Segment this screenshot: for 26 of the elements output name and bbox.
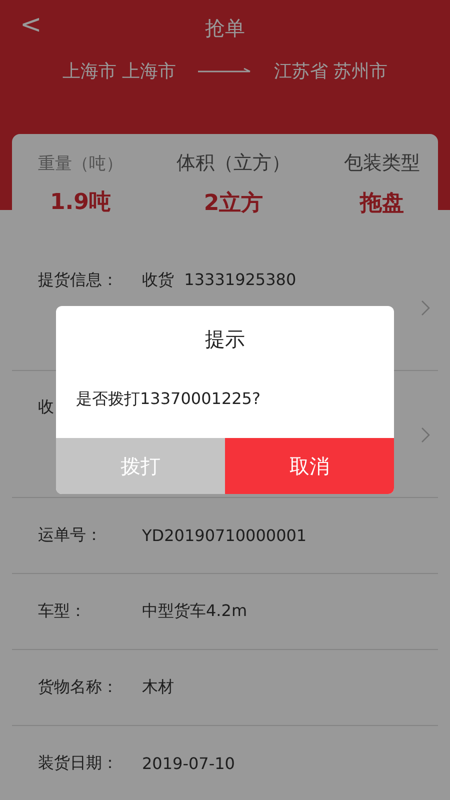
chevron-icon[interactable] — [421, 300, 430, 316]
row-label: 运单号： — [38, 525, 102, 544]
stat-value: 2立方 — [204, 190, 264, 218]
row-label: 装货日期： — [38, 753, 118, 772]
page-title: 抢单 — [205, 14, 245, 42]
row-label: 货物名称： — [38, 677, 118, 696]
row-value: 木材 — [142, 677, 174, 698]
stat-label: 重量（吨） — [38, 153, 123, 175]
stat-value: 拖盘 — [360, 190, 404, 218]
row-value: 2019-07-10 — [142, 754, 235, 773]
row-label: 收 — [38, 397, 54, 416]
dialog-title: 提示 — [204, 326, 246, 353]
cancel-button[interactable]: 取消 — [225, 438, 394, 494]
row-label: 车型： — [38, 601, 86, 620]
destination-city: 江苏省 苏州市 — [274, 60, 388, 83]
back-button[interactable]: < — [14, 10, 48, 40]
dialog-message: 是否拨打13370001225? — [76, 389, 262, 410]
stat-value: 1.9吨 — [50, 189, 111, 217]
row-value: 收货 13331925380 — [142, 270, 296, 291]
origin-city: 上海市 上海市 — [62, 60, 176, 83]
row-value: 中型货车4.2m — [142, 601, 248, 622]
stat-label: 体积（立方） — [176, 151, 290, 176]
row-label: 提货信息： — [38, 270, 118, 289]
chevron-icon[interactable] — [421, 427, 430, 443]
row-value: YD20190710000001 — [142, 526, 307, 545]
stat-label: 包装类型 — [344, 151, 420, 176]
